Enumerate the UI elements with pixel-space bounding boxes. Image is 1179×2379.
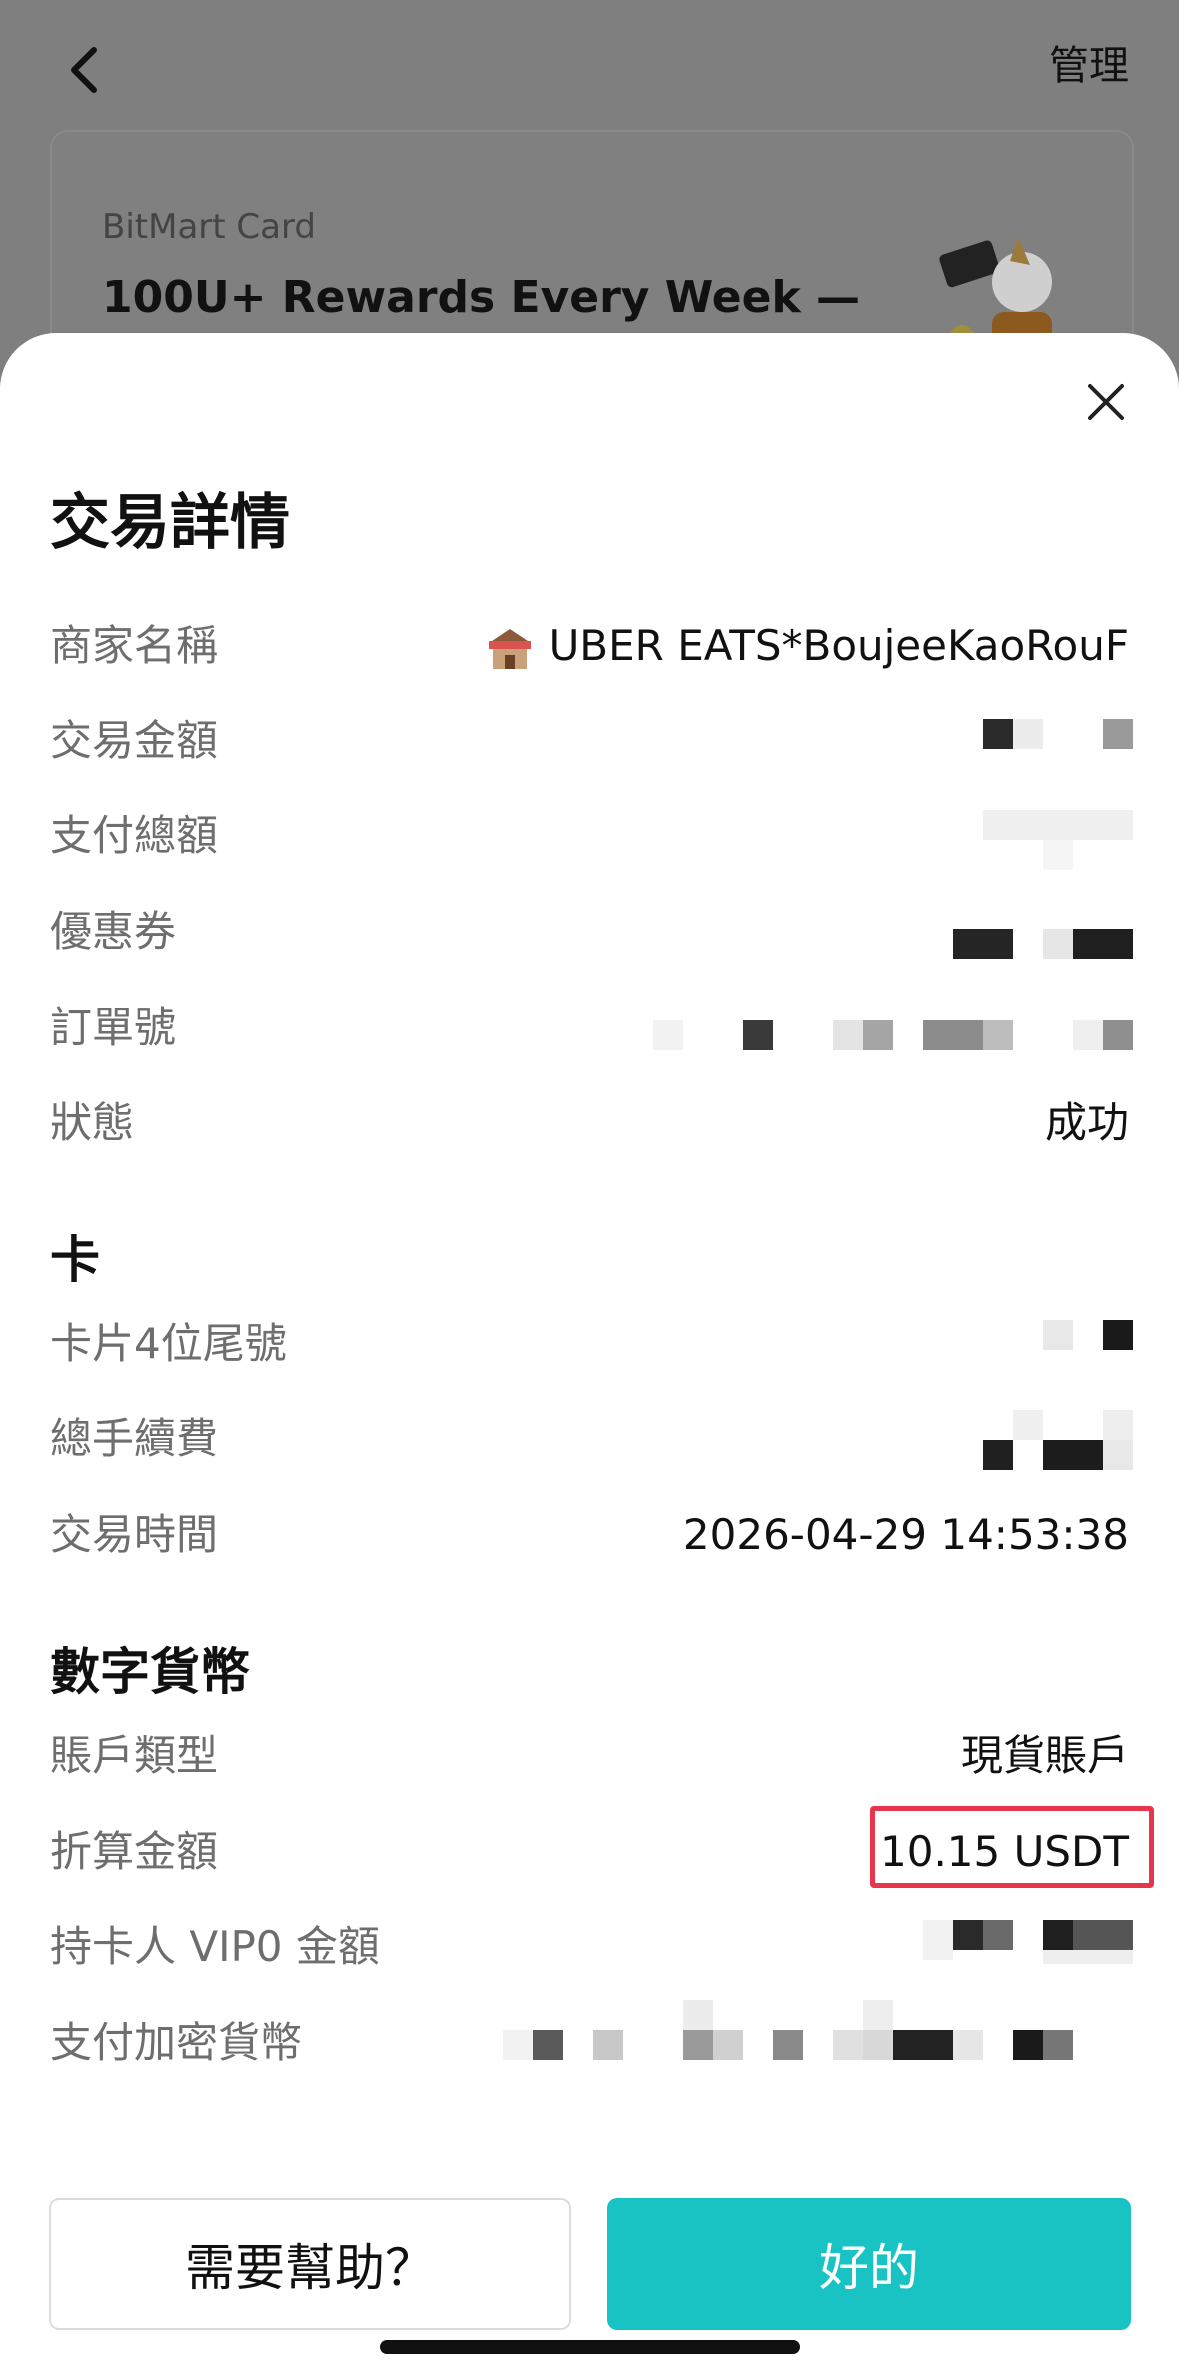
- status-label: 狀態: [50, 1098, 135, 1147]
- order-label: 訂單號: [50, 1003, 177, 1052]
- need-help-button[interactable]: 需要幫助？: [49, 2198, 571, 2330]
- converted-amount-label: 折算金額: [50, 1827, 219, 1876]
- fee-label: 總手續費: [50, 1414, 219, 1463]
- merchant-name: UBER EATS*BoujeeKaoRouF: [548, 621, 1129, 670]
- promo-title: 100U+ Rewards Every Week —: [102, 272, 861, 323]
- card-last4-label: 卡片4位尾號: [50, 1319, 287, 1368]
- sheet-title: 交易詳情: [50, 488, 290, 558]
- card-section-title: 卡: [50, 1231, 100, 1289]
- crypto-section-title: 數字貨幣: [50, 1643, 250, 1701]
- promo-subtitle: BitMart Card: [102, 207, 316, 247]
- merchant-value: UBER EATS*BoujeeKaoRouF: [485, 618, 1129, 674]
- highlight-box: [870, 1806, 1154, 1888]
- store-icon: [488, 628, 531, 669]
- account-type-value: 現貨賬戶: [960, 1731, 1129, 1780]
- total-label: 支付總額: [50, 811, 219, 860]
- back-arrow-icon[interactable]: [56, 40, 116, 100]
- home-indicator: [380, 2340, 800, 2354]
- close-icon[interactable]: [1084, 380, 1128, 424]
- pay-crypto-label: 支付加密貨幣: [50, 2018, 303, 2067]
- time-value: 2026-04-29 14:53:38: [682, 1510, 1129, 1559]
- time-label: 交易時間: [50, 1510, 219, 1559]
- coupon-label: 優惠券: [50, 907, 177, 956]
- amount-label: 交易金額: [50, 716, 219, 765]
- manage-button[interactable]: 管理: [1049, 40, 1129, 92]
- vip-amount-label: 持卡人 VIP0 金額: [50, 1922, 380, 1971]
- merchant-label: 商家名稱: [50, 621, 219, 670]
- status-value: 成功: [1044, 1098, 1129, 1147]
- account-type-label: 賬戶類型: [50, 1731, 219, 1780]
- ok-button[interactable]: 好的: [607, 2198, 1131, 2330]
